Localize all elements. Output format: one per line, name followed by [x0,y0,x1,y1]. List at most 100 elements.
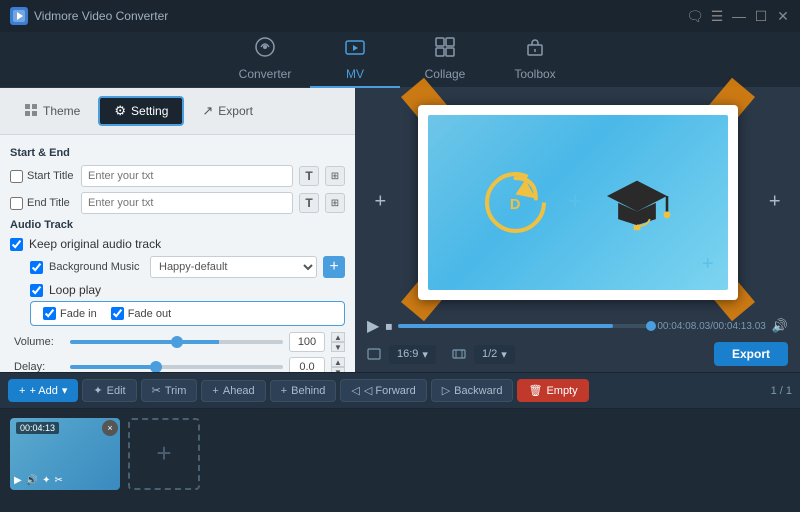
export-btn[interactable]: Export [714,342,788,366]
bottom-toolbar: + + Add ▾ ✦ Edit ✂ Trim + Ahead + Behind… [0,372,800,408]
ratio-row: 16:9 ▾ 1/2 ▾ Export [355,340,800,368]
subtab-export[interactable]: ↗ Export [188,98,267,124]
panel-content: Start & End Start Title T ⊞ End Title T … [0,135,355,372]
end-title-input[interactable] [81,192,293,214]
start-title-label: Start Title [10,170,75,183]
clip-count-chevron: ▾ [501,348,507,361]
start-title-checkbox[interactable] [10,170,23,183]
delay-spin[interactable]: ▲ ▼ [331,357,345,372]
video-inner: D + + [428,115,728,290]
ratio-btn[interactable]: 16:9 ▾ [389,345,436,364]
tab-toolbox-label: Toolbox [514,67,555,81]
end-title-text-btn[interactable]: T [299,193,319,213]
plus-sign: + [568,188,582,216]
backward-btn[interactable]: ▷ Backward [431,379,514,402]
start-title-text-btn[interactable]: T [299,166,319,186]
add-clip-right-btn[interactable]: + [769,191,781,214]
converter-icon [254,36,276,63]
add-clip-left-btn[interactable]: + [375,191,387,214]
clip-count-icon [452,347,466,361]
subtab-theme-label: Theme [43,104,80,118]
fade-out-checkbox[interactable] [111,307,124,320]
volume-slider[interactable] [70,340,283,344]
app-title: Vidmore Video Converter [34,9,168,23]
loop-play-checkbox[interactable] [30,284,43,297]
film-audio-icon: 🔊 [26,475,38,486]
trim-btn[interactable]: ✂ Trim [141,379,198,402]
left-panel: Theme ⚙ Setting ↗ Export Start & End Sta… [0,88,355,372]
add-btn[interactable]: + + Add ▾ [8,379,78,402]
end-title-layout-btn[interactable]: ⊞ [325,193,345,213]
export-icon: ↗ [202,103,213,119]
ratio-chevron: ▾ [422,348,428,361]
fade-out-label[interactable]: Fade out [111,307,171,320]
bg-music-select[interactable]: Happy-default [150,256,317,278]
subtab-theme[interactable]: Theme [10,98,94,125]
background-music-row: Background Music Happy-default + [30,256,345,278]
video-frame: D + + [418,105,738,300]
subtab-setting[interactable]: ⚙ Setting [98,96,184,126]
fade-in-checkbox[interactable] [43,307,56,320]
bg-music-label: Background Music [49,261,144,273]
progress-bar[interactable] [398,324,651,328]
ahead-icon: + [212,385,218,397]
behind-icon: + [281,385,287,397]
graduation-hat [602,172,672,232]
empty-btn[interactable]: 🗑 Empty [517,379,588,402]
minimize-btn[interactable]: 🗨 [688,9,702,23]
titlebar-menu-btn[interactable]: ☰ [710,9,724,23]
subtab-export-label: Export [218,104,253,118]
tab-collage[interactable]: Collage [400,32,490,88]
start-title-input[interactable] [81,165,293,187]
start-title-layout-btn[interactable]: ⊞ [325,166,345,186]
filmstrip: 00:04:13 × ▶ 🔊 ✦ ✂ + [0,408,800,498]
add-clip-btn[interactable]: + [128,418,200,490]
tab-converter[interactable]: Converter [220,32,310,88]
fade-in-label[interactable]: Fade in [43,307,97,320]
delay-up-btn[interactable]: ▲ [331,357,345,367]
clip-count-btn[interactable]: 1/2 ▾ [474,345,515,364]
titlebar-controls[interactable]: 🗨 ☰ — ☐ ✕ [688,9,790,23]
volume-value: 100 [289,332,325,352]
film-clip-close-btn[interactable]: × [102,420,118,436]
main-content: Theme ⚙ Setting ↗ Export Start & End Sta… [0,88,800,372]
forward-icon: ◁ [351,384,359,397]
end-title-label: End Title [10,197,75,210]
edit-btn[interactable]: ✦ Edit [82,379,136,402]
start-title-row: Start Title T ⊞ [10,165,345,187]
maximize-window-btn[interactable]: ☐ [754,9,768,23]
loop-play-row: Loop play [30,283,345,297]
ahead-btn[interactable]: + Ahead [201,380,265,402]
volume-icon[interactable]: 🔊 [772,318,788,334]
progress-thumb [646,321,656,331]
toolbox-icon [524,36,546,63]
behind-btn[interactable]: + Behind [270,380,337,402]
film-clip: 00:04:13 × ▶ 🔊 ✦ ✂ [10,418,120,490]
volume-down-btn[interactable]: ▼ [331,342,345,352]
film-cut-icon: ✂ [55,475,63,486]
tab-converter-label: Converter [239,67,292,81]
play-btn[interactable]: ▶ [367,316,379,336]
end-title-checkbox[interactable] [10,197,23,210]
tab-toolbox[interactable]: Toolbox [490,32,580,88]
delay-slider[interactable] [70,365,283,369]
app-icon [10,7,28,25]
mv-icon [344,36,366,63]
keep-original-checkbox[interactable] [10,238,23,251]
add-music-btn[interactable]: + [323,256,345,278]
delay-value: 0.0 [289,357,325,372]
minimize-window-btn[interactable]: — [732,9,746,23]
close-window-btn[interactable]: ✕ [776,9,790,23]
film-clip-time: 00:04:13 [16,422,59,434]
tab-mv[interactable]: MV [310,32,400,88]
volume-spin[interactable]: ▲ ▼ [331,332,345,352]
titlebar: Vidmore Video Converter 🗨 ☰ — ☐ ✕ [0,0,800,32]
film-play-icon: ▶ [14,475,22,486]
forward-btn[interactable]: ◁ ◁ Forward [340,379,426,402]
start-end-title: Start & End [10,147,345,159]
bg-music-checkbox[interactable] [30,261,43,274]
volume-up-btn[interactable]: ▲ [331,332,345,342]
stop-btn[interactable]: ⏹ [385,318,392,335]
delay-down-btn[interactable]: ▼ [331,367,345,372]
tab-collage-label: Collage [425,67,466,81]
